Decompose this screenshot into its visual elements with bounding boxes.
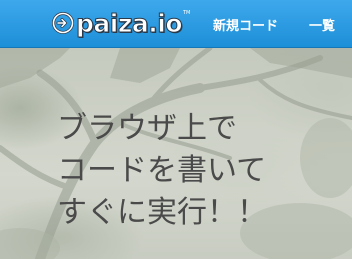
paiza-logo-icon xyxy=(52,12,74,34)
hero-section: ブラウザ上で コードを書いて すぐに実行！！ xyxy=(0,48,352,259)
paiza-logo[interactable]: paiza.io TM xyxy=(52,6,190,40)
tagline-line-1: ブラウザ上で xyxy=(57,111,237,146)
nav-new-code-link[interactable]: 新規コード xyxy=(213,15,278,34)
tagline-line-3: すぐに実行！！ xyxy=(57,195,267,230)
tagline-line-2: コードを書いて xyxy=(57,153,267,188)
header-bar: paiza.io TM 新規コード 一覧 xyxy=(0,0,352,48)
logo-trademark: TM xyxy=(183,10,191,16)
logo-text: paiza.io xyxy=(76,8,184,38)
nav-list-link[interactable]: 一覧 xyxy=(309,15,335,34)
hero-tagline: ブラウザ上で コードを書いて すぐに実行！！ xyxy=(57,108,267,234)
